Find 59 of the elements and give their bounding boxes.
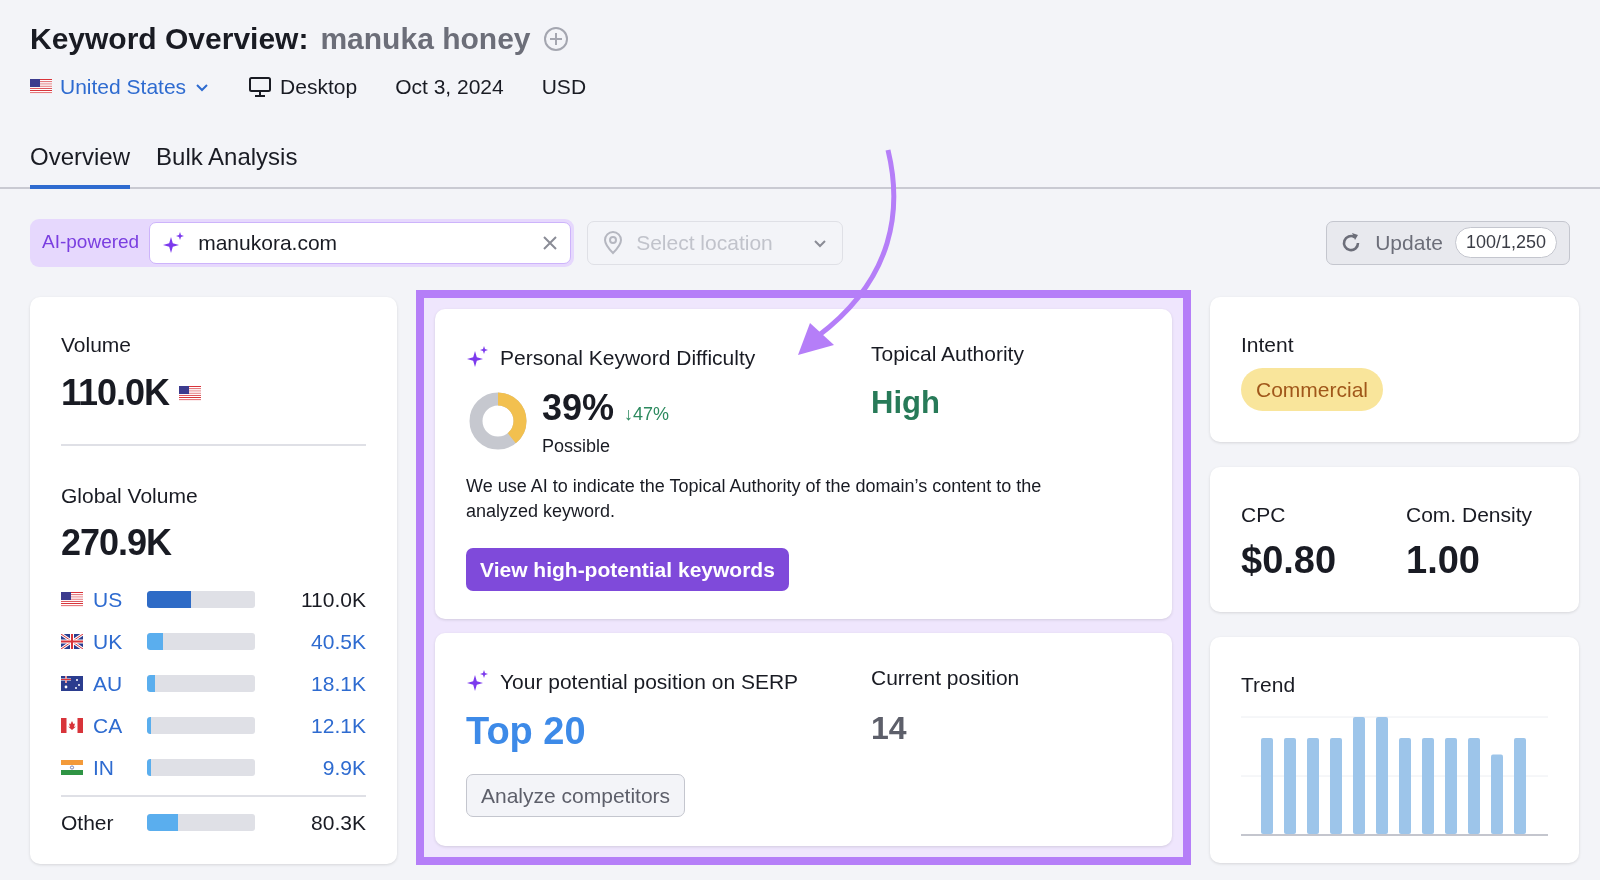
page-title: Keyword Overview: xyxy=(30,21,309,57)
intent-label: Intent xyxy=(1241,331,1295,358)
country-link[interactable]: UK xyxy=(93,625,147,658)
date-label: Oct 3, 2024 xyxy=(395,74,504,100)
density-value: 1.00 xyxy=(1406,538,1481,583)
authority-label: Topical Authority xyxy=(871,341,1024,366)
country-select[interactable]: United States xyxy=(30,71,211,103)
difficulty-change: ↓47% xyxy=(624,403,670,426)
serp-label: Your potential position on SERP xyxy=(500,668,799,695)
authority-note: We use AI to indicate the Topical Authority of the domain’s content to the analyzed keyword. xyxy=(466,475,1043,523)
global-volume-label: Global Volume xyxy=(61,483,199,509)
difficulty-rating: Possible xyxy=(542,435,612,458)
global-volume-value: 270.9K xyxy=(61,520,173,565)
in-flag-icon xyxy=(61,760,83,775)
ca-flag-icon xyxy=(61,718,83,733)
current-position-value: 14 xyxy=(871,708,908,748)
add-icon[interactable] xyxy=(542,25,569,52)
other-label: Other xyxy=(61,809,115,836)
difficulty-label: Personal Keyword Difficulty xyxy=(500,344,756,371)
tab[interactable]: Overview xyxy=(30,138,131,189)
keyword-title: manuka honey xyxy=(320,21,531,57)
update-button[interactable]: Update 100/1,250 xyxy=(1326,220,1570,265)
volume-label: Volume xyxy=(61,331,133,358)
us-flag-icon xyxy=(61,592,83,607)
device-label: Desktop xyxy=(280,74,358,100)
us-flag-icon xyxy=(179,385,202,401)
credits-counter: 100/1,250 xyxy=(1454,227,1557,258)
country-link[interactable]: CA xyxy=(93,709,147,742)
tab[interactable]: Bulk Analysis xyxy=(156,138,298,189)
other-volume: 80.3K xyxy=(311,809,366,836)
trend-label: Trend xyxy=(1241,671,1297,698)
cpc-label: CPC xyxy=(1241,501,1287,528)
desktop-icon xyxy=(248,75,273,98)
analyze-competitors-button[interactable]: Analyze competitors xyxy=(466,774,686,817)
country-volume[interactable]: 40.5K xyxy=(311,625,366,658)
close-icon[interactable] xyxy=(542,234,559,251)
location-pin-icon xyxy=(602,230,625,255)
country-link[interactable]: IN xyxy=(93,751,147,784)
domain-input[interactable]: manukora.com xyxy=(149,221,572,264)
country-volume: 110.0K xyxy=(301,586,366,613)
currency-label: USD xyxy=(541,74,587,100)
country-link[interactable]: AU xyxy=(93,667,147,700)
au-flag-icon xyxy=(61,676,83,691)
country-link[interactable]: US xyxy=(93,583,147,616)
uk-flag-icon xyxy=(61,634,83,649)
us-flag-icon xyxy=(30,79,52,95)
ai-powered-label: AI-powered xyxy=(42,230,140,255)
view-keywords-button[interactable]: View high-potential keywords xyxy=(466,548,789,591)
current-position-label: Current position xyxy=(871,665,1020,690)
density-label: Com. Density xyxy=(1406,501,1533,528)
intent-tag: Commercial xyxy=(1241,368,1383,411)
volume-value: 110.0K xyxy=(61,371,170,415)
authority-value: High xyxy=(871,383,941,422)
country-volume[interactable]: 18.1K xyxy=(311,667,366,700)
country-volume[interactable]: 9.9K xyxy=(322,751,366,784)
country-volume[interactable]: 12.1K xyxy=(311,709,366,742)
cpc-value: $0.80 xyxy=(1241,538,1338,583)
serp-value: Top 20 xyxy=(466,709,587,754)
difficulty-value: 39% xyxy=(542,386,615,430)
